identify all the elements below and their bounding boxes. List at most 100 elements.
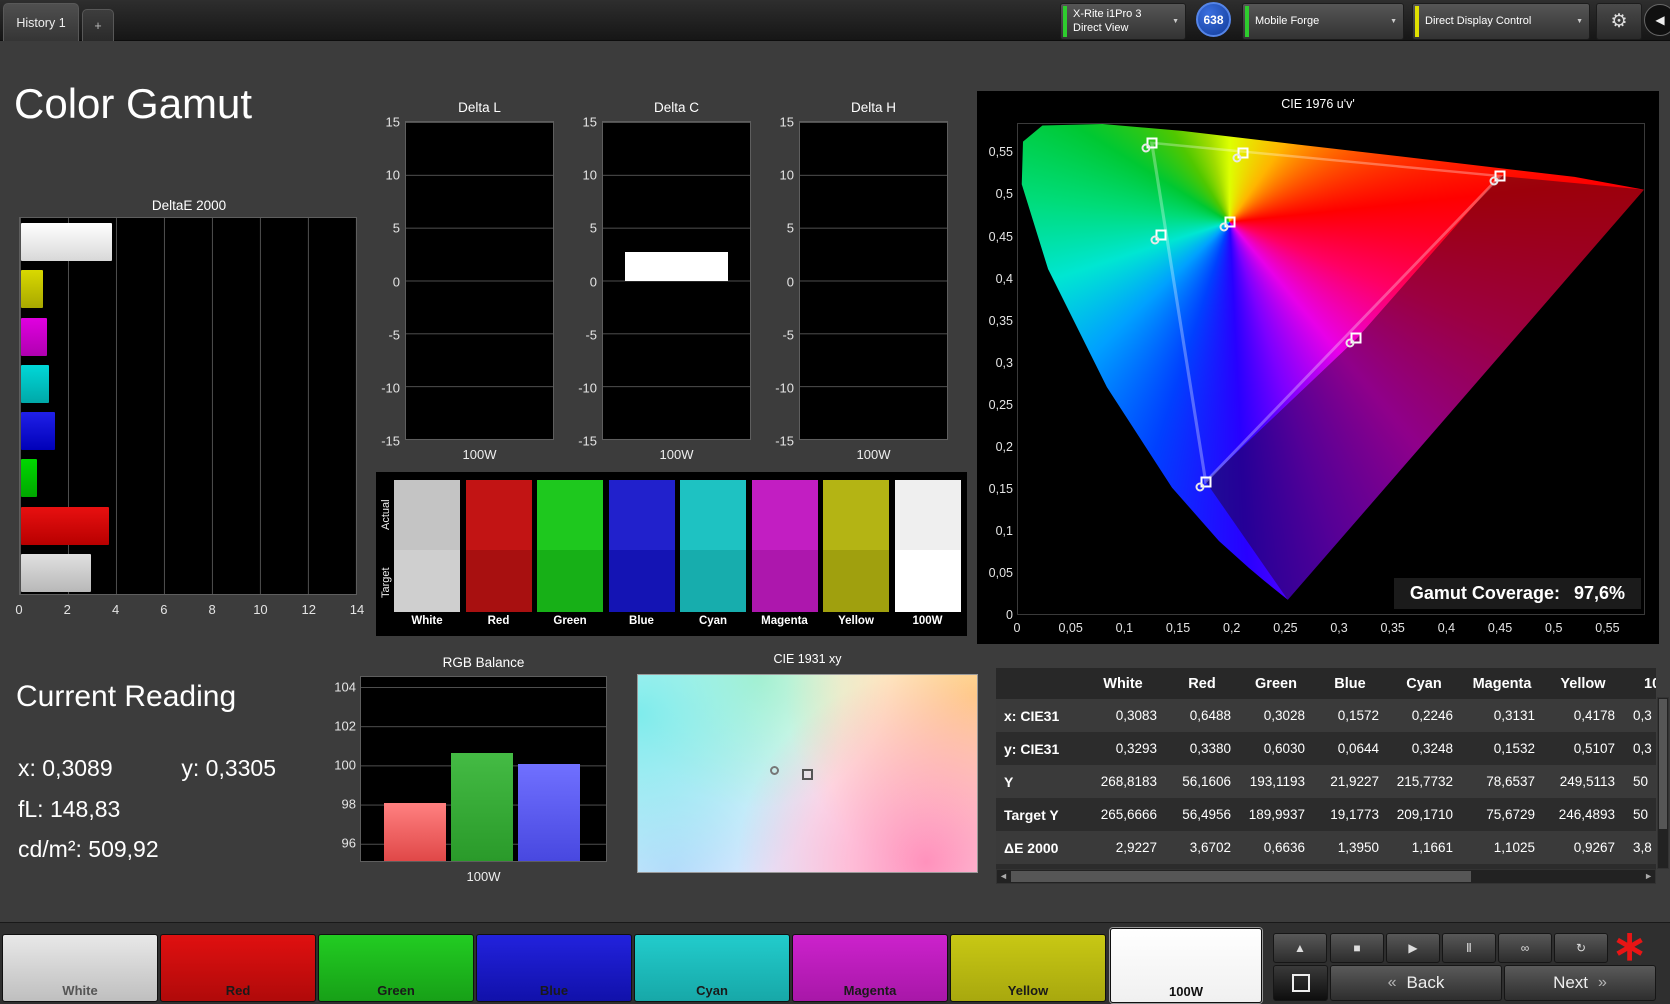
play-button[interactable]: ▶ — [1386, 933, 1440, 963]
deltae-bar-magenta — [21, 317, 48, 356]
up-arrow-icon: ▲ — [1294, 941, 1306, 955]
infinity-icon: ∞ — [1520, 941, 1530, 955]
add-tab-button[interactable]: + — [82, 9, 114, 41]
swatch-target — [537, 550, 603, 612]
next-button[interactable]: Next » — [1504, 965, 1656, 1001]
row-label: y: CIE31 — [1004, 740, 1060, 757]
col-header-red: Red — [1165, 668, 1239, 699]
stop-button[interactable]: ■ — [1330, 933, 1384, 963]
tab-history-1[interactable]: History 1 — [3, 3, 79, 41]
patch-label: Green — [377, 983, 415, 998]
current-reading-title: Current Reading — [16, 680, 237, 713]
source-name: Mobile Forge — [1255, 14, 1320, 27]
y-tick-label: 10 — [385, 167, 400, 183]
table-vertical-scrollbar[interactable] — [1657, 697, 1669, 869]
patch-yellow[interactable]: Yellow — [950, 934, 1106, 1002]
y-tick-label: 15 — [779, 114, 794, 130]
alert-asterisk-icon[interactable]: ∗ — [1612, 923, 1647, 969]
y-tick-label: 0 — [589, 274, 597, 289]
swatch-label: Yellow — [838, 615, 874, 627]
swatch-label: White — [411, 615, 443, 627]
x-tick-label: 0 — [1013, 621, 1021, 635]
table-cell: 0,1572 — [1337, 708, 1379, 723]
display-control-name: Direct Display Control — [1425, 14, 1532, 27]
cie1976-xticks: 0 0,05 0,1 0,15 0,2 0,25 0,3 0,35 0,4 0,45 0,5 0,55 — [1013, 621, 1645, 637]
bottom-bar: White Red Green Blue Cyan Magenta Yellow 100W ▲… — [0, 922, 1670, 1004]
collapse-panel-button[interactable]: ◀ — [1644, 4, 1670, 36]
swatch-target — [894, 550, 961, 612]
patch-blue[interactable]: Blue — [476, 934, 632, 1002]
y-tick-label: 0,2 — [995, 439, 1013, 454]
cie1931-measured-marker — [770, 765, 780, 775]
delta-c-yticks: 15 10 5 0 -5 -10 -15 — [566, 115, 597, 449]
cie-measured-white — [1219, 222, 1229, 232]
swatch-label: Red — [487, 615, 510, 627]
rgb-balance-chart: RGB Balance 104 102 100 98 96 100W — [334, 655, 607, 884]
swatch-actual — [465, 480, 532, 550]
x-tick-label: 0,2 — [1222, 621, 1241, 635]
table-cell: 249,5113 — [1559, 774, 1615, 789]
table-horizontal-scrollbar[interactable]: ◄ ► — [996, 869, 1656, 884]
settings-button[interactable]: ⚙ — [1596, 3, 1642, 40]
collapse-icon: ◀ — [1655, 13, 1665, 27]
x-tick-label: 0,4 — [1437, 621, 1456, 635]
patch-red[interactable]: Red — [160, 934, 316, 1002]
reading-cdm2: cd/m²: 509,92 — [18, 836, 159, 862]
x-tick-label: 12 — [301, 602, 316, 617]
swatch-actual — [394, 480, 460, 550]
table-header-row: WhiteRedGreenBlueCyanMagentaYellow100W — [996, 668, 1656, 699]
swatch-magenta: Magenta — [751, 480, 818, 627]
x-tick-label: 0,35 — [1380, 621, 1405, 635]
y-tick-label: 15 — [385, 114, 400, 130]
back-button[interactable]: « Back — [1330, 965, 1502, 1001]
x-tick-label: 0,5 — [1545, 621, 1563, 635]
patch-label: Magenta — [843, 983, 897, 998]
reading-x: x: 0,3089 — [18, 755, 113, 781]
patch-green[interactable]: Green — [318, 934, 474, 1002]
display-control-select[interactable]: Direct Display Control ▼ — [1412, 3, 1590, 40]
scroll-left-icon[interactable]: ◄ — [999, 870, 1008, 883]
col-header-100w: 100W — [1623, 668, 1656, 699]
table-cell: 0,0644 — [1337, 741, 1379, 756]
table-cell: 0,3 — [1633, 708, 1652, 723]
horizontal-scrollbar-thumb[interactable] — [1011, 871, 1471, 882]
swatch-100w: 100W — [894, 480, 961, 627]
source-select[interactable]: Mobile Forge ▼ — [1242, 3, 1404, 40]
gamut-triangle — [1149, 141, 1504, 485]
swatch-label: Blue — [629, 615, 654, 627]
patch-100w[interactable]: 100W — [1110, 928, 1262, 1003]
loop-button[interactable]: ∞ — [1498, 933, 1552, 963]
stop-icon: ■ — [1353, 941, 1361, 955]
patch-cyan[interactable]: Cyan — [634, 934, 790, 1002]
meter-select[interactable]: X-Rite i1Pro 3 Direct View ▼ — [1060, 3, 1186, 40]
next-label: Next — [1553, 973, 1589, 992]
y-tick-label: 0,45 — [988, 229, 1013, 244]
table-corner-cell — [996, 668, 1081, 699]
table-cell: 0,6030 — [1263, 741, 1305, 756]
patch-white[interactable]: White — [2, 934, 158, 1002]
tab-history-label: History 1 — [16, 15, 66, 30]
y-tick-label: 0,1 — [995, 523, 1013, 538]
scroll-up-button[interactable]: ▲ — [1273, 933, 1327, 963]
table-cell: 0,3131 — [1493, 708, 1535, 723]
table-cell: 21,9227 — [1330, 774, 1379, 789]
table-cell: 215,7732 — [1396, 774, 1453, 789]
table-cell: 78,6537 — [1486, 774, 1535, 789]
swatch-red: Red — [465, 480, 532, 627]
vertical-scrollbar-thumb[interactable] — [1659, 699, 1667, 829]
cie1931-plot — [637, 674, 978, 873]
pause-button[interactable]: Ⅱ — [1442, 933, 1496, 963]
refresh-button[interactable]: ↻ — [1554, 933, 1608, 963]
chevron-down-icon: ▼ — [1390, 18, 1397, 25]
cie-measured-yellow — [1232, 153, 1242, 163]
x-tick-label: 0,05 — [1058, 621, 1083, 635]
swatch-columns: White Red Green Blue Cyan Magenta Yellow 100W — [394, 480, 966, 636]
table-row: y: CIE31 0,3293 0,3380 0,6030 0,0644 0,3248 0,… — [996, 732, 1656, 765]
patch-magenta[interactable]: Magenta — [792, 934, 948, 1002]
swatch-white: White — [394, 480, 460, 627]
pattern-window-button[interactable] — [1273, 965, 1328, 1001]
x-tick-label: 0,45 — [1487, 621, 1513, 635]
scroll-right-icon[interactable]: ► — [1644, 870, 1653, 883]
col-header-cyan: Cyan — [1387, 668, 1461, 699]
y-tick-label: 0,55 — [988, 145, 1013, 160]
